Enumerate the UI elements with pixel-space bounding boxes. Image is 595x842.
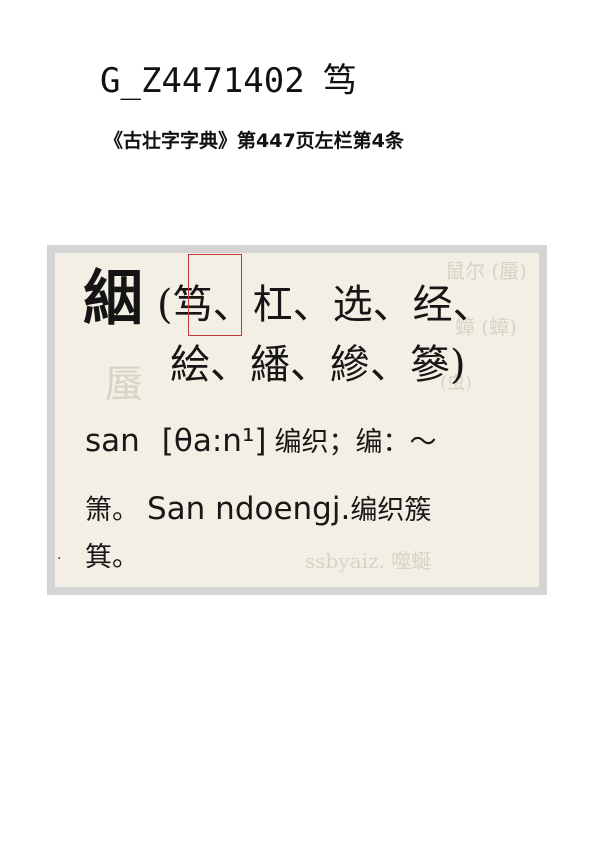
ipa-transcription: [θa:n¹] <box>161 423 267 459</box>
bleed-through-text: ssbyaiz. 噬蜒 <box>305 549 432 573</box>
variant-forms-row-2: 絵、繙、縿、篸) <box>170 342 466 388</box>
scan-speck: · <box>57 551 62 567</box>
definition-end: 箕。 <box>85 542 139 573</box>
definition-line-2: 箫。 San ndoengj.编织簇 <box>85 487 431 533</box>
entry-title: G_Z4471402 笃 <box>100 56 357 106</box>
definition-line-3: 箕。 <box>85 537 139 578</box>
bleed-through-text: 蜃 <box>105 362 144 406</box>
source-reference: 《古壮字字典》第447页左栏第4条 <box>104 130 404 152</box>
entry-character: 笃 <box>322 61 357 101</box>
dictionary-headword: 絪 <box>83 264 143 334</box>
definition-gloss: 编织；编：～ <box>274 427 437 458</box>
zhuang-example: San ndoengj. <box>147 491 351 527</box>
example-gloss: 编织簇 <box>350 495 432 526</box>
definition-continuation: 箫。 <box>85 495 139 526</box>
pronunciation-word: san <box>85 423 140 459</box>
definition-line-1: san [θa:n¹] 编织；编：～ <box>85 421 436 463</box>
dictionary-scan-image: 鼠尔 (蜃) 蟑 (蟑) (虫) ssbyaiz. 噬蜒 蜃 絪 (笃、杠、选、… <box>55 253 539 587</box>
entry-code: G_Z4471402 <box>100 61 305 101</box>
highlight-box <box>188 254 242 336</box>
dictionary-scan-frame: 鼠尔 (蜃) 蟑 (蟑) (虫) ssbyaiz. 噬蜒 蜃 絪 (笃、杠、选、… <box>47 245 547 595</box>
